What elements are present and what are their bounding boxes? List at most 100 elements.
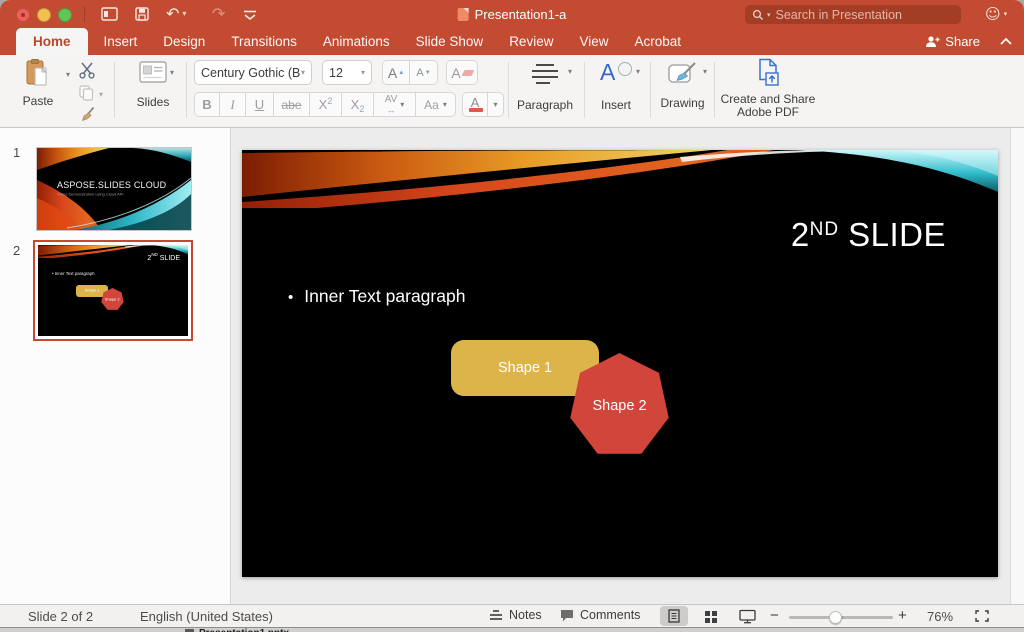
slide-2-thumbnail-selected[interactable]: 2ND SLIDE • Inner Text paragraph Shape 1… xyxy=(33,240,193,341)
chevron-down-icon: ▾ xyxy=(170,68,174,77)
insert-text-icon: A xyxy=(600,61,632,87)
collapse-ribbon-button[interactable] xyxy=(1000,38,1012,45)
chevron-down-icon: ▾ xyxy=(443,101,447,109)
search-field[interactable]: ▾ xyxy=(745,5,961,24)
slide-sorter-button[interactable] xyxy=(696,606,724,626)
slide-title[interactable]: 2NDSLIDE xyxy=(791,216,946,254)
slideshow-button[interactable] xyxy=(733,606,761,626)
share-button[interactable]: Share xyxy=(924,34,980,49)
window-title-group: Presentation1-a xyxy=(458,0,567,28)
grow-font-button[interactable]: A ▲ xyxy=(382,60,410,85)
zoom-level[interactable]: 76% xyxy=(927,609,953,624)
chevron-down-icon: ▾ xyxy=(636,67,640,76)
character-spacing-button[interactable]: AV ↔ ▾ xyxy=(374,92,416,117)
tab-transitions[interactable]: Transitions xyxy=(231,28,297,55)
slide-title-number: 2 xyxy=(791,216,810,253)
bold-button[interactable]: B xyxy=(194,92,220,117)
zoom-slider[interactable] xyxy=(789,616,893,619)
drawing-button[interactable]: Drawing xyxy=(655,61,710,110)
font-color-button[interactable]: A xyxy=(462,92,488,117)
slide[interactable]: 2NDSLIDE •Inner Text paragraph Shape 1 S… xyxy=(242,150,998,577)
underline-label: U xyxy=(255,97,264,112)
tab-slide-show[interactable]: Slide Show xyxy=(416,28,484,55)
superscript-exp: 2 xyxy=(327,96,332,106)
new-slide-button[interactable] xyxy=(101,7,118,26)
status-bar: Slide 2 of 2 English (United States) Not… xyxy=(0,604,1024,627)
insert-button[interactable]: A Insert xyxy=(590,61,642,112)
grow-font-label: A xyxy=(388,65,397,81)
cut-button[interactable] xyxy=(78,61,96,84)
copy-button[interactable] xyxy=(79,85,94,106)
font-size-select[interactable]: 12 ▾ xyxy=(322,60,372,85)
notes-button[interactable]: Notes xyxy=(489,608,542,622)
font-name-value: Century Gothic (B... xyxy=(201,66,301,80)
tab-view[interactable]: View xyxy=(579,28,608,55)
slide-1-subtitle: Notes Demonstration using Cloud API xyxy=(57,193,123,197)
shape-1[interactable]: Shape 1 xyxy=(451,340,599,396)
slide-editor-canvas[interactable]: 2NDSLIDE •Inner Text paragraph Shape 1 S… xyxy=(231,128,1010,604)
shrink-font-button[interactable]: A ▼ xyxy=(410,60,438,85)
slideshow-icon xyxy=(739,609,756,624)
superscript-button[interactable]: X2 xyxy=(310,92,342,117)
close-button[interactable] xyxy=(16,8,30,22)
strikethrough-button[interactable]: abe xyxy=(274,92,310,117)
feedback-button[interactable]: ☺ ▾ xyxy=(985,5,1007,23)
document-icon xyxy=(458,8,469,21)
vertical-scrollbar[interactable] xyxy=(1010,128,1024,604)
font-name-select[interactable]: Century Gothic (B... ▾ xyxy=(194,60,312,85)
underline-button[interactable]: U xyxy=(246,92,274,117)
fit-to-window-button[interactable] xyxy=(968,606,996,626)
zoom-slider-knob[interactable] xyxy=(829,611,842,624)
clear-formatting-button[interactable]: A xyxy=(446,60,478,85)
slide-theme-art xyxy=(242,150,998,208)
subscript-button[interactable]: X2 xyxy=(342,92,374,117)
slides-label: Slides xyxy=(124,95,182,109)
normal-view-button[interactable] xyxy=(660,606,688,626)
customize-toolbar-button[interactable] xyxy=(243,8,257,26)
tab-review[interactable]: Review xyxy=(509,28,553,55)
comments-button[interactable]: Comments xyxy=(560,608,640,622)
eraser-icon xyxy=(461,70,474,76)
fit-to-window-icon xyxy=(975,610,989,622)
undo-button[interactable]: ↶ ▾ xyxy=(166,4,186,23)
language-status[interactable]: English (United States) xyxy=(140,609,273,624)
insert-label: Insert xyxy=(590,98,642,112)
tab-insert[interactable]: Insert xyxy=(104,28,138,55)
customize-toolbar-icon xyxy=(243,10,257,21)
italic-button[interactable]: I xyxy=(220,92,246,117)
save-button[interactable] xyxy=(135,7,149,26)
fullscreen-button[interactable] xyxy=(58,8,72,22)
paste-button[interactable]: Paste xyxy=(12,59,64,108)
clipboard-icon xyxy=(23,59,53,89)
font-color-caret[interactable]: ▾ xyxy=(488,92,504,117)
paragraph-button[interactable]: Paragraph xyxy=(514,63,576,112)
chevron-down-icon: ▾ xyxy=(301,69,305,77)
ribbon-divider xyxy=(714,62,715,118)
triangle-down-icon: ▼ xyxy=(425,70,431,76)
paragraph-alignment-icon xyxy=(530,63,560,85)
chevron-down-icon: ▾ xyxy=(400,101,404,109)
tab-animations[interactable]: Animations xyxy=(323,28,390,55)
format-painter-button[interactable] xyxy=(80,106,96,127)
search-input[interactable] xyxy=(774,7,954,23)
bold-label: B xyxy=(202,97,211,112)
tab-design[interactable]: Design xyxy=(163,28,205,55)
bullet-marker: • xyxy=(288,289,293,306)
zoom-out-button[interactable]: − xyxy=(770,607,779,624)
minimize-button[interactable] xyxy=(37,8,51,22)
create-adobe-pdf-button[interactable]: Create and Share Adobe PDF xyxy=(718,58,818,119)
ribbon-divider xyxy=(584,62,585,118)
ribbon: Paste ▾ ▾ xyxy=(0,55,1024,128)
tab-home[interactable]: Home xyxy=(16,28,88,55)
chevron-down-icon: ▾ xyxy=(361,69,365,77)
slide-1-thumbnail[interactable]: ASPOSE.SLIDES CLOUD Notes Demonstration … xyxy=(36,147,192,231)
zoom-in-button[interactable]: + xyxy=(898,607,907,624)
titlebar-divider xyxy=(84,6,85,22)
slide-2-number: 2 xyxy=(13,243,20,258)
redo-icon: ↷ xyxy=(212,4,225,23)
tab-acrobat[interactable]: Acrobat xyxy=(634,28,681,55)
body-text-placeholder[interactable]: •Inner Text paragraph xyxy=(288,286,465,307)
change-case-button[interactable]: Aa ▾ xyxy=(416,92,456,117)
redo-button[interactable]: ↷ xyxy=(212,4,225,24)
ribbon-divider xyxy=(114,62,115,118)
